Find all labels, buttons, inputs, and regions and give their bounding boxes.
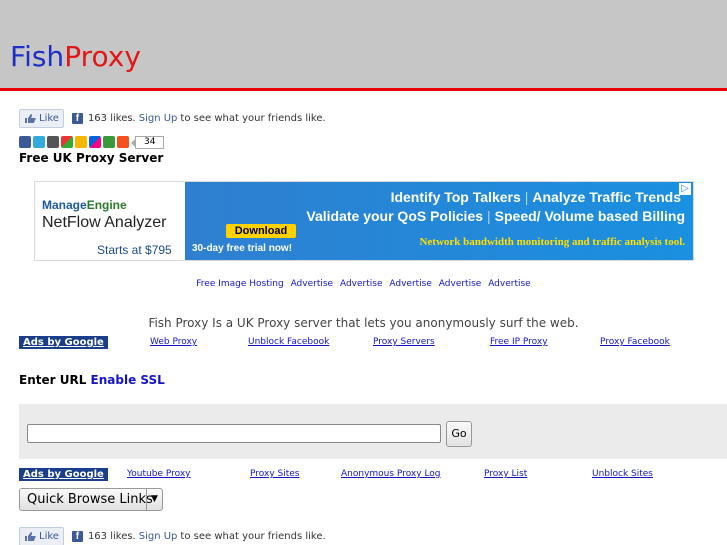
banner-line-1: Identify Top Talkers | Analyze Traffic Tre… [390,189,681,205]
ads-row: Ads by Google Web Proxy Unblock Facebook… [19,336,719,350]
site-logo[interactable]: FishProxy [10,40,141,73]
print-icon[interactable] [47,136,59,148]
enable-ssl-link[interactable]: Enable SSL [91,373,165,387]
like-button-label: Like [39,112,59,124]
like-button-label: Like [39,530,59,542]
advertise-link[interactable]: Advertise [291,279,334,289]
logo-fish: Fish [10,40,65,73]
ad-link[interactable]: Unblock Facebook [248,337,329,347]
ad-link[interactable]: Proxy List [484,469,527,479]
like-count: 163 likes. [87,112,136,124]
quick-browse-select[interactable]: Quick Browse Links ▼ [19,488,163,511]
facebook-share-icon[interactable] [19,136,31,148]
adchoices-icon[interactable]: ▷ [679,183,691,195]
ad-link[interactable]: Proxy Servers [373,337,435,347]
url-form: Go [19,404,727,459]
banner-line-3: Network bandwidth monitoring and traffic… [419,236,685,248]
ad-link[interactable]: Anonymous Proxy Log [341,469,441,479]
share-toolbar: 34 [19,135,165,149]
like-suffix: to see what your friends like. [180,112,326,124]
ad-link[interactable]: Proxy Sites [250,469,299,479]
free-image-hosting-link[interactable]: Free Image Hosting [196,279,283,289]
banner-left-panel: ManageEngine NetFlow Analyzer Starts at … [35,182,193,260]
logo-proxy: Proxy [64,40,141,73]
addthis-more-icon[interactable] [117,136,129,148]
twitter-share-icon[interactable] [33,136,45,148]
quick-browse-value: Quick Browse Links [27,492,153,507]
thumbs-up-icon [24,113,36,124]
signup-link[interactable]: Sign Up [139,113,178,124]
ad-link[interactable]: Web Proxy [150,337,197,347]
top-links-row: Free Image Hosting Advertise Advertise A… [0,279,727,289]
advertise-link[interactable]: Advertise [488,279,531,289]
banner-price: Starts at $795 [97,243,172,257]
like-count: 163 likes. [87,530,136,542]
facebook-like-bar: Like f 163 likes. Sign Up to see what yo… [19,108,326,128]
page-title: Free UK Proxy Server [19,151,164,165]
ad-link[interactable]: Youtube Proxy [127,469,191,479]
banner-trial: 30-day free trial now! [192,243,293,254]
facebook-icon: f [71,112,83,124]
advertise-link[interactable]: Advertise [389,279,432,289]
like-suffix: to see what your friends like. [180,530,326,542]
facebook-icon: f [71,530,83,542]
facebook-like-bar: Like f 163 likes. Sign Up to see what yo… [19,526,326,545]
ads-by-google-label[interactable]: Ads by Google [19,336,108,349]
share-count: 34 [130,135,165,149]
delicious-icon[interactable] [89,136,101,148]
banner-right-panel: Download 30-day free trial now! Identify… [185,182,693,260]
ads-by-google-label[interactable]: Ads by Google [19,468,108,481]
url-input[interactable] [27,424,441,443]
site-header: FishProxy [0,0,727,88]
banner-ad[interactable]: ManageEngine NetFlow Analyzer Starts at … [34,181,694,261]
manageengine-logo: ManageEngine [42,198,127,212]
banner-line-2: Validate your QoS Policies | Speed/ Volume… [306,208,685,224]
site-description: Fish Proxy Is a UK Proxy server that let… [148,316,579,330]
banner-download-button[interactable]: Download [226,224,296,238]
banner-product: NetFlow Analyzer [42,214,167,231]
ad-link[interactable]: Unblock Sites [592,469,653,479]
enter-url-heading: Enter URL Enable SSL [19,373,165,387]
chevron-down-icon: ▼ [146,489,162,510]
facebook-like-button[interactable]: Like [19,108,64,128]
signup-link[interactable]: Sign Up [139,531,178,542]
ads-row: Ads by Google Youtube Proxy Proxy Sites … [19,468,719,482]
thumbs-up-icon [24,531,36,542]
header-divider [0,88,727,91]
facebook-like-button[interactable]: Like [19,526,64,545]
ad-link[interactable]: Free IP Proxy [490,337,548,347]
go-button[interactable]: Go [446,421,472,447]
favorites-star-icon[interactable] [75,136,87,148]
stumbleupon-icon[interactable] [103,136,115,148]
advertise-link[interactable]: Advertise [340,279,383,289]
ad-link[interactable]: Proxy Facebook [600,337,670,347]
google-bookmark-icon[interactable] [61,136,73,148]
advertise-link[interactable]: Advertise [439,279,482,289]
